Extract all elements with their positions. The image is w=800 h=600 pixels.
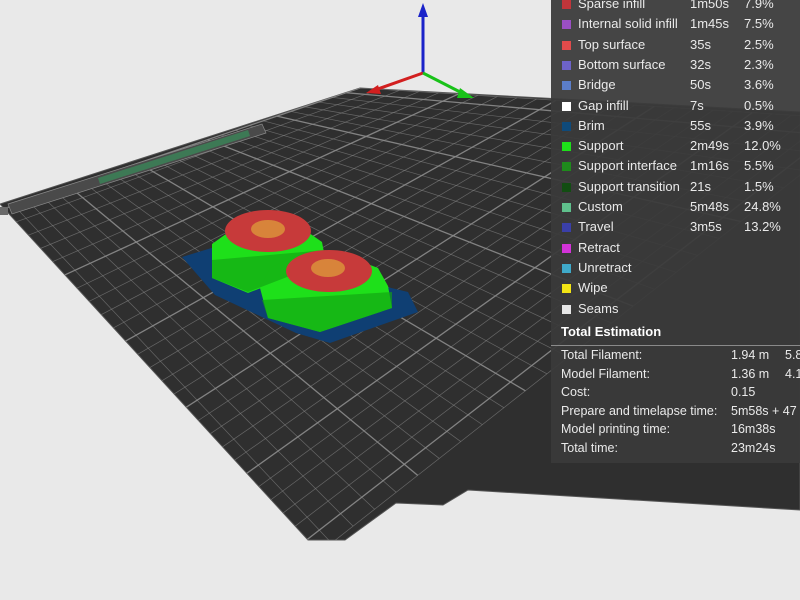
feature-percent: 7.5% xyxy=(744,16,774,32)
estimation-row: Total Filament: 1.94 m 5.8 xyxy=(551,346,800,365)
legend-row: Gap infill 7s 0.5% xyxy=(551,96,800,116)
estimation-value: 0.15 xyxy=(731,385,756,400)
color-swatch xyxy=(562,121,571,131)
feature-name: Seams xyxy=(578,300,619,316)
axes-gizmo xyxy=(366,3,474,98)
feature-percent: 2.5% xyxy=(744,36,774,52)
color-swatch xyxy=(562,101,571,111)
legend-row: Wipe xyxy=(551,278,800,298)
legend-row: Sparse infill 1m50s 7.9% xyxy=(551,0,800,14)
feature-name: Support xyxy=(578,138,624,154)
legend-row: Bridge 50s 3.6% xyxy=(551,75,800,95)
color-swatch xyxy=(562,243,571,253)
legend-row: Support interface 1m16s 5.5% xyxy=(551,156,800,176)
estimation-value-secondary: 5.8 xyxy=(785,348,800,362)
color-swatch xyxy=(562,263,571,273)
legend-row: Brim 55s 3.9% xyxy=(551,116,800,136)
color-swatch xyxy=(562,142,571,152)
legend-row: Support 2m49s 12.0% xyxy=(551,136,800,156)
estimation-label: Prepare and timelapse time: xyxy=(561,403,718,418)
feature-name: Travel xyxy=(578,219,614,235)
estimation-label: Cost: xyxy=(561,385,591,400)
feature-time: 2m49s xyxy=(690,138,730,154)
feature-percent: 13.2% xyxy=(744,219,781,235)
feature-percent: 0.5% xyxy=(744,97,774,113)
feature-percent: 5.5% xyxy=(744,158,774,174)
color-swatch xyxy=(562,20,571,30)
feature-time: 21s xyxy=(690,178,711,194)
color-swatch xyxy=(562,40,571,50)
feature-time: 5m48s xyxy=(690,199,730,214)
feature-name: Bottom surface xyxy=(578,56,666,72)
legend-row: Custom 5m48s 24.8% xyxy=(551,197,800,217)
feature-time: 50s xyxy=(690,77,711,93)
estimation-value: 1.94 m xyxy=(731,348,770,362)
feature-percent: 12.0% xyxy=(744,138,781,154)
feature-name: Support interface xyxy=(578,158,678,174)
feature-time: 3m5s xyxy=(690,219,722,235)
color-swatch xyxy=(562,284,571,294)
feature-name: Internal solid infill xyxy=(578,16,678,32)
total-estimation-title: Total Estimation xyxy=(561,324,662,339)
feature-name: Top surface xyxy=(578,36,646,52)
legend-row: Unretract xyxy=(551,258,800,278)
feature-percent: 7.9% xyxy=(744,0,774,11)
feature-name: Gap infill xyxy=(578,97,629,113)
legend-row: Internal solid infill 1m45s 7.5% xyxy=(551,14,800,34)
feature-name: Retract xyxy=(578,239,620,255)
color-swatch xyxy=(562,81,571,91)
estimation-row: Model printing time: 16m38s xyxy=(551,420,800,439)
feature-name: Support transition xyxy=(578,178,680,194)
feature-time: 32s xyxy=(690,56,711,72)
feature-name: Wipe xyxy=(578,280,608,296)
feature-time: 7s xyxy=(690,97,704,113)
feature-percent: 3.6% xyxy=(744,77,774,93)
estimation-row: Total time: 23m24s xyxy=(551,439,800,458)
color-swatch xyxy=(562,182,571,192)
feature-percent: 24.8% xyxy=(744,199,781,214)
feature-time: 1m50s xyxy=(690,0,730,11)
x-axis xyxy=(422,71,465,96)
legend-row: Retract xyxy=(551,238,800,258)
legend-row: Support transition 21s 1.5% xyxy=(551,177,800,197)
feature-name: Unretract xyxy=(578,259,632,275)
color-swatch xyxy=(562,60,571,70)
color-swatch xyxy=(562,304,571,314)
legend-row: Top surface 35s 2.5% xyxy=(551,35,800,55)
estimation-label: Total Filament: xyxy=(561,348,643,362)
estimation-value: 16m38s xyxy=(731,422,776,437)
feature-name: Bridge xyxy=(578,77,616,93)
legend-row: Seams xyxy=(551,299,800,319)
legend-row: Bottom surface 32s 2.3% xyxy=(551,55,800,75)
color-swatch xyxy=(562,0,571,9)
estimation-value: 5m58s + 47 xyxy=(731,403,797,418)
estimation-value-secondary: 4.1 xyxy=(785,366,800,381)
top-hole xyxy=(251,220,285,238)
y-axis xyxy=(374,71,424,92)
top-hole xyxy=(311,259,345,277)
feature-percent: 2.3% xyxy=(744,56,774,72)
estimation-row: Cost: 0.15 xyxy=(551,383,800,402)
legend-row: Travel 3m5s 13.2% xyxy=(551,217,800,237)
color-swatch xyxy=(562,203,571,212)
feature-percent: 3.9% xyxy=(744,117,774,133)
feature-name: Custom xyxy=(578,199,623,214)
feature-time: 1m45s xyxy=(690,16,730,32)
feature-percent: 1.5% xyxy=(744,178,774,194)
color-swatch xyxy=(562,162,571,172)
estimation-label: Model Filament: xyxy=(561,366,650,381)
estimation-value: 23m24s xyxy=(731,441,776,455)
color-swatch xyxy=(562,223,571,233)
feature-time: 1m16s xyxy=(690,158,730,174)
estimation-row: Prepare and timelapse time: 5m58s + 47 xyxy=(551,402,800,421)
feature-time: 55s xyxy=(690,117,711,133)
feature-name: Brim xyxy=(578,117,605,133)
estimation-label: Model printing time: xyxy=(561,422,671,437)
estimation-row: Model Filament: 1.36 m 4.1 xyxy=(551,365,800,384)
feature-time: 35s xyxy=(690,36,711,52)
estimation-label: Total time: xyxy=(561,441,618,455)
legend-panel: Sparse infill 1m50s 7.9% Internal solid inf… xyxy=(551,0,800,463)
estimation-value: 1.36 m xyxy=(731,366,770,381)
feature-name: Sparse infill xyxy=(578,0,646,11)
